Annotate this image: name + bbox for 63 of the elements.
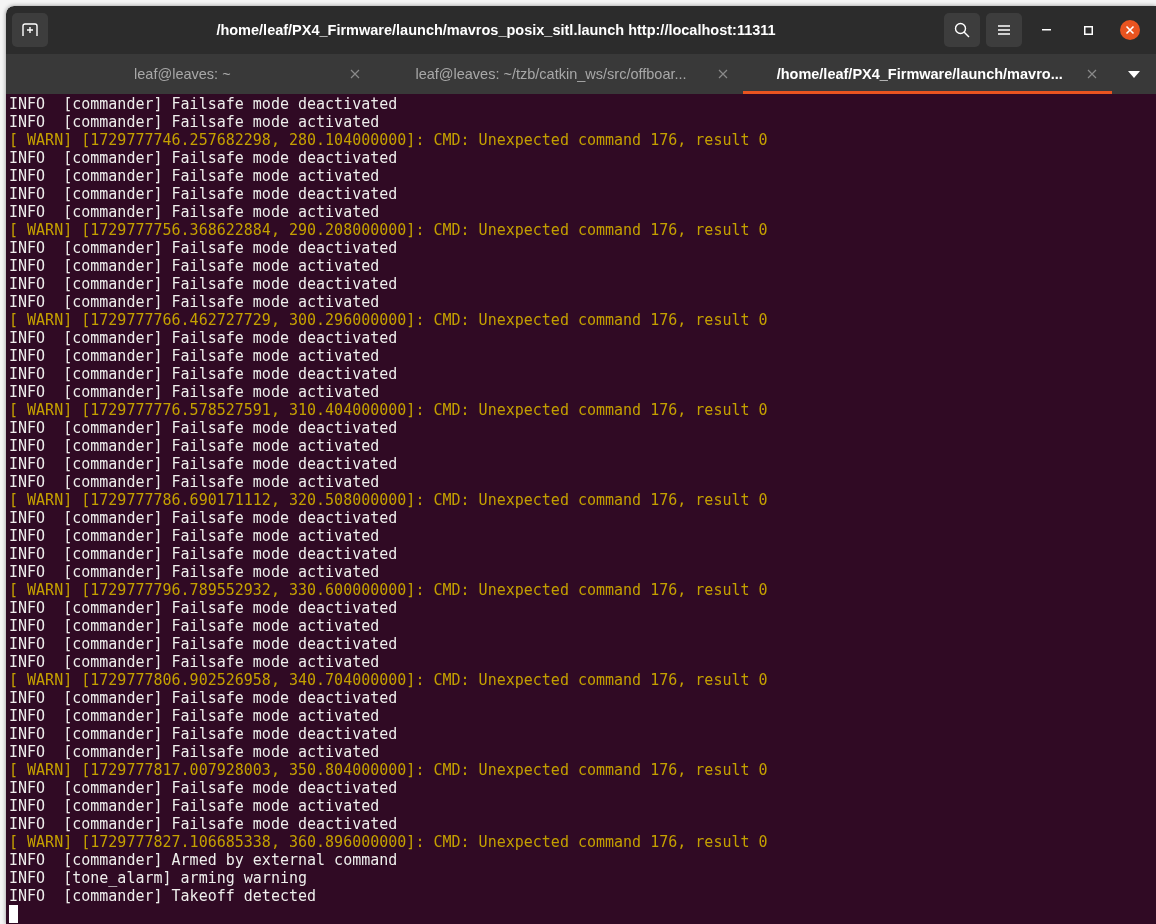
warning-line: [ WARN] [1729777806.902526958, 340.704000000]: CMD: Unexpected command 176, result 0 [9, 671, 768, 689]
log-line: INFO [commander] Takeoff detected [9, 887, 317, 905]
log-line: INFO [commander] Failsafe mode activated [9, 473, 380, 491]
log-line: INFO [commander] Failsafe mode deactivated [9, 455, 398, 473]
log-line: INFO [commander] Failsafe mode activated [9, 563, 380, 581]
log-line: INFO [commander] Failsafe mode deactivated [9, 149, 398, 167]
log-line: INFO [commander] Failsafe mode activated [9, 203, 380, 221]
maximize-icon [1083, 25, 1093, 35]
log-line: INFO [commander] Failsafe mode deactivated [9, 779, 398, 797]
log-line: INFO [commander] Failsafe mode deactivated [9, 599, 398, 617]
log-line: INFO [commander] Failsafe mode deactivated [9, 365, 398, 383]
new-tab-button[interactable] [12, 13, 48, 47]
caret-icon [1128, 70, 1140, 78]
menu-button[interactable] [986, 13, 1022, 47]
log-line: INFO [commander] Failsafe mode activated [9, 797, 380, 815]
log-line: INFO [commander] Failsafe mode activated [9, 707, 380, 725]
window-title: /home/leaf/PX4_Firmware/launch/mavros_posix_sitl.launch http://localhost:11311 [215, 22, 777, 38]
log-line: INFO [commander] Failsafe mode activated [9, 167, 380, 185]
log-line: INFO [commander] Failsafe mode deactivated [9, 635, 398, 653]
log-line: INFO [commander] Failsafe mode deactivated [9, 689, 398, 707]
tab[interactable]: /home/leaf/PX4_Firmware/launch/mavro... [743, 54, 1112, 94]
log-line: INFO [commander] Failsafe mode activated [9, 347, 380, 365]
log-line: INFO [commander] Failsafe mode deactivated [9, 185, 398, 203]
log-line: INFO [commander] Failsafe mode deactivated [9, 725, 398, 743]
log-line: INFO [commander] Failsafe mode activated [9, 617, 380, 635]
search-button[interactable] [944, 13, 980, 47]
search-icon [954, 22, 970, 38]
warning-line: [ WARN] [1729777827.106685338, 360.896000000]: CMD: Unexpected command 176, result 0 [9, 833, 768, 851]
warning-line: [ WARN] [1729777786.690171112, 320.508000000]: CMD: Unexpected command 176, result 0 [9, 491, 768, 509]
log-line: INFO [commander] Failsafe mode deactivated [9, 419, 398, 437]
log-line: INFO [commander] Failsafe mode deactivated [9, 545, 398, 563]
close-icon [1120, 20, 1140, 40]
log-line: INFO [commander] Failsafe mode activated [9, 437, 380, 455]
log-line: INFO [commander] Armed by external command [9, 851, 398, 869]
log-line: INFO [commander] Failsafe mode deactivated [9, 815, 398, 833]
cursor [9, 905, 18, 923]
tab[interactable]: leaf@leaves: ~/tzb/catkin_ws/src/offboar... [374, 54, 744, 94]
log-line: INFO [commander] Failsafe mode deactivated [9, 275, 398, 293]
close-icon [1087, 69, 1097, 79]
log-line: INFO [commander] Failsafe mode activated [9, 527, 380, 545]
warning-line: [ WARN] [1729777796.789552932, 330.600000000]: CMD: Unexpected command 176, result 0 [9, 581, 768, 599]
log-line: INFO [commander] Failsafe mode deactivated [9, 239, 398, 257]
log-line: INFO [commander] Failsafe mode activated [9, 383, 380, 401]
warning-line: [ WARN] [1729777756.368622884, 290.208000000]: CMD: Unexpected command 176, result 0 [9, 221, 768, 239]
warning-line: [ WARN] [1729777817.007928003, 350.804000000]: CMD: Unexpected command 176, result 0 [9, 761, 768, 779]
warning-line: [ WARN] [1729777746.257682298, 280.104000000]: CMD: Unexpected command 176, result 0 [9, 131, 768, 149]
log-line: INFO [commander] Failsafe mode deactivated [9, 509, 398, 527]
log-line: INFO [commander] Failsafe mode activated [9, 293, 380, 311]
minimize-icon [1041, 29, 1051, 31]
log-line: INFO [commander] Failsafe mode deactivated [9, 329, 398, 347]
menu-icon [998, 25, 1010, 35]
log-line: INFO [commander] Failsafe mode deactivated [9, 95, 398, 113]
close-icon [718, 69, 729, 79]
close-icon [349, 69, 360, 79]
tab[interactable]: leaf@leaves: ~ [6, 54, 375, 94]
warning-line: [ WARN] [1729777776.578527591, 310.404000000]: CMD: Unexpected command 176, result 0 [9, 401, 768, 419]
log-line: INFO [commander] Failsafe mode activated [9, 743, 380, 761]
log-line: INFO [commander] Failsafe mode activated [9, 653, 380, 671]
new-tab-icon [22, 23, 38, 37]
log-line: INFO [commander] Failsafe mode activated [9, 257, 380, 275]
log-line: INFO [tone_alarm] arming warning [9, 869, 307, 887]
log-line: INFO [commander] Failsafe mode activated [9, 113, 380, 131]
warning-line: [ WARN] [1729777766.462727729, 300.296000000]: CMD: Unexpected command 176, result 0 [9, 311, 768, 329]
